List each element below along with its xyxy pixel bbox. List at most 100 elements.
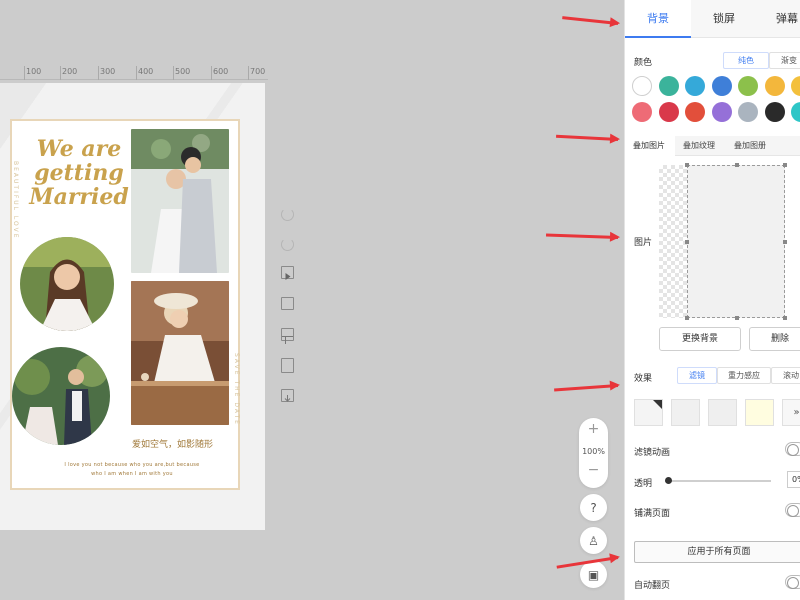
- ruler-tick: [24, 66, 25, 80]
- bride-circle-photo[interactable]: [20, 237, 114, 331]
- annotation-arrow: [556, 134, 619, 141]
- tab-background[interactable]: 背景: [625, 0, 691, 38]
- groom-circle-photo[interactable]: [12, 347, 110, 445]
- resize-handle[interactable]: [735, 316, 739, 320]
- color-swatch[interactable]: [791, 76, 800, 96]
- settings-panel: 背景 锁屏 弹幕 颜色 纯色 渐变 叠加图片 叠加纹理 叠加图册 图片 更换背景…: [624, 0, 800, 600]
- image-button[interactable]: ▣: [580, 561, 607, 588]
- tab-danmaku[interactable]: 弹幕: [757, 0, 800, 38]
- background-preview[interactable]: [659, 163, 787, 320]
- solid-color-toggle[interactable]: 纯色: [723, 52, 769, 69]
- annotation-arrow: [545, 233, 619, 239]
- resize-handle[interactable]: [735, 163, 739, 167]
- ruler-tick: [60, 66, 61, 80]
- auto-flip-switch[interactable]: [785, 575, 800, 589]
- auto-flip-label: 自动翻页: [634, 581, 671, 591]
- ruler-tick: [211, 66, 212, 80]
- corner-fold-icon: [653, 400, 662, 409]
- opacity-slider[interactable]: [665, 477, 771, 484]
- opacity-value[interactable]: 0%: [787, 471, 800, 488]
- arrow-down-icon: [284, 395, 291, 402]
- color-swatch[interactable]: [658, 102, 679, 122]
- ruler-tick: [98, 66, 99, 80]
- filter-tile-3[interactable]: [708, 399, 737, 426]
- couple-photo-1[interactable]: [131, 129, 229, 273]
- fill-page-label: 铺满页面: [634, 509, 671, 519]
- zoom-in-button[interactable]: +: [579, 421, 608, 437]
- image-icon: ▣: [587, 567, 600, 582]
- help-button[interactable]: ?: [580, 494, 607, 521]
- wedding-card[interactable]: We are getting Married BEAUTIFUL LOVE SA…: [10, 119, 240, 490]
- couple-photo-2[interactable]: [131, 281, 229, 425]
- overlay-tabs: 叠加图片 叠加纹理 叠加图册: [625, 136, 800, 156]
- background-image-frame[interactable]: [685, 163, 787, 320]
- canvas-page[interactable]: We are getting Married BEAUTIFUL LOVE SA…: [0, 83, 265, 530]
- card-caption[interactable]: 爱如空气，如影随形: [132, 437, 213, 450]
- zoom-out-button[interactable]: −: [579, 462, 608, 478]
- tab-overlay-image[interactable]: 叠加图片: [625, 136, 675, 156]
- tab-lock-screen[interactable]: 锁屏: [691, 0, 757, 38]
- redo-icon[interactable]: [281, 238, 294, 251]
- card-title[interactable]: We are getting Married: [24, 137, 134, 209]
- fill-page-switch[interactable]: [785, 503, 800, 517]
- resize-handle[interactable]: [783, 163, 787, 167]
- color-swatch[interactable]: [791, 102, 800, 122]
- ruler-tick-label: 100: [26, 67, 42, 76]
- filter-tile-2[interactable]: [671, 399, 700, 426]
- page-layout-icon[interactable]: [281, 328, 294, 344]
- zoom-control: + 100% −: [579, 418, 608, 488]
- zoom-level: 100%: [582, 447, 605, 456]
- opacity-label: 透明: [634, 479, 653, 489]
- ruler-tick-label: 700: [250, 67, 266, 76]
- card-quote-line-1[interactable]: I love you not because who you are,but b…: [32, 462, 232, 468]
- filter-none-tile[interactable]: [634, 399, 663, 426]
- horizontal-ruler: 100 200 300 400 500 600 700: [0, 66, 268, 80]
- tab-overlay-texture[interactable]: 叠加纹理: [675, 136, 726, 156]
- color-swatch[interactable]: [738, 76, 758, 96]
- help-icon: ?: [590, 500, 597, 515]
- replace-background-button[interactable]: 更换背景: [659, 327, 741, 351]
- user-button[interactable]: ♙: [580, 527, 607, 554]
- color-swatch[interactable]: [764, 76, 785, 96]
- mobile-preview-icon[interactable]: [281, 358, 294, 373]
- resize-handle[interactable]: [783, 240, 787, 244]
- undo-icon[interactable]: [281, 208, 294, 221]
- filter-toggle[interactable]: 滤镜: [677, 367, 717, 384]
- color-swatch[interactable]: [658, 76, 679, 96]
- color-swatch[interactable]: [632, 76, 652, 96]
- image-label: 图片: [634, 238, 653, 248]
- color-swatch[interactable]: [685, 76, 705, 96]
- card-left-vertical-text: BEAUTIFUL LOVE: [12, 161, 19, 240]
- filter-animation-switch[interactable]: [785, 442, 800, 456]
- preview-play-icon[interactable]: [281, 266, 294, 280]
- card-quote-line-2[interactable]: who I am when I am with you: [32, 471, 232, 477]
- color-swatch[interactable]: [711, 76, 732, 96]
- opacity-slider-knob[interactable]: [665, 477, 672, 484]
- layers-icon[interactable]: [281, 297, 294, 310]
- resize-handle[interactable]: [685, 163, 689, 167]
- delete-background-button[interactable]: 删除: [749, 327, 800, 351]
- color-swatch[interactable]: [738, 102, 758, 122]
- ruler-tick-label: 600: [213, 67, 229, 76]
- filter-animation-label: 滤镜动画: [634, 448, 671, 458]
- gradient-color-toggle[interactable]: 渐变: [769, 52, 800, 69]
- apply-to-all-pages-button[interactable]: 应用于所有页面: [634, 541, 800, 563]
- ruler-tick: [173, 66, 174, 80]
- scroll-toggle[interactable]: 滚动: [771, 367, 800, 384]
- download-icon[interactable]: [281, 389, 294, 402]
- annotation-arrow: [562, 16, 619, 25]
- color-swatch[interactable]: [632, 102, 652, 122]
- color-swatch[interactable]: [711, 102, 732, 122]
- color-swatch[interactable]: [685, 102, 705, 122]
- resize-handle[interactable]: [783, 316, 787, 320]
- gravity-sensing-toggle[interactable]: 重力感应: [717, 367, 771, 384]
- tab-overlay-album[interactable]: 叠加图册: [726, 136, 800, 156]
- color-swatch[interactable]: [764, 102, 785, 122]
- ruler-tick: [136, 66, 137, 80]
- filter-tile-4[interactable]: [745, 399, 774, 426]
- resize-handle[interactable]: [685, 240, 689, 244]
- ruler-tick: [248, 66, 249, 80]
- resize-handle[interactable]: [685, 316, 689, 320]
- more-filters-button[interactable]: »: [782, 399, 800, 426]
- panel-tabs: 背景 锁屏 弹幕: [625, 0, 800, 38]
